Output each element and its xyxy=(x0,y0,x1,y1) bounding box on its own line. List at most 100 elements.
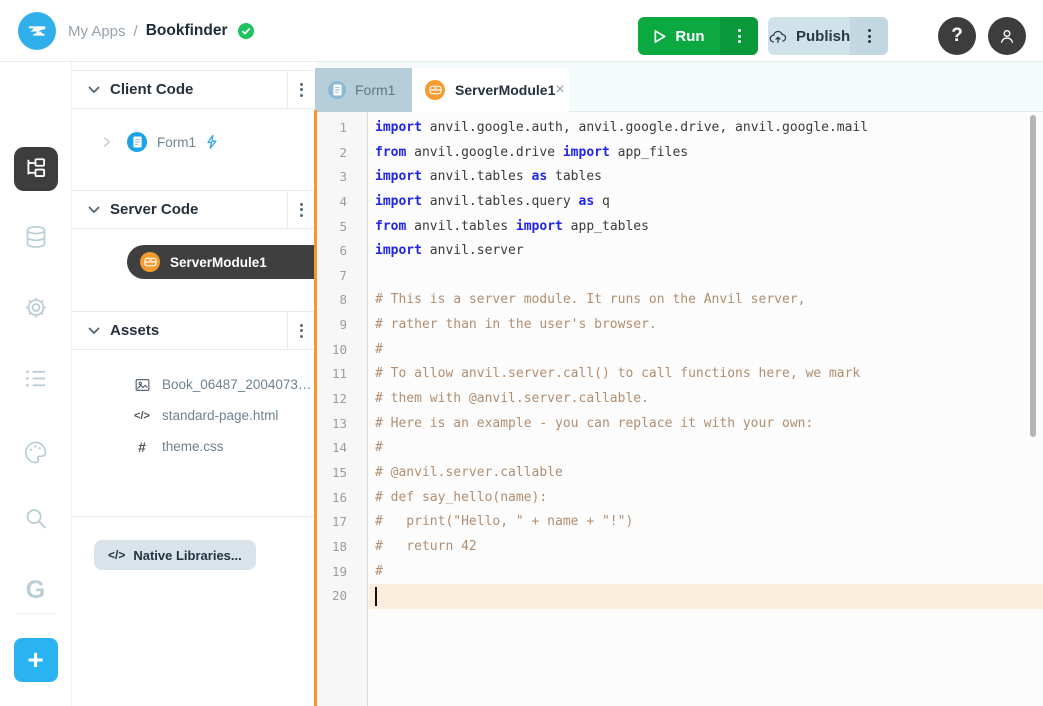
code-editor[interactable]: 1234567891011121314151617181920 import a… xyxy=(317,112,1043,706)
code-line[interactable]: # To allow anvil.server.call() to call f… xyxy=(369,362,1043,387)
code-line[interactable] xyxy=(369,264,1043,289)
tree-section: Assets Book_06487_2004073… </>standard-pag… xyxy=(72,311,315,517)
line-number: 20 xyxy=(317,584,367,609)
line-number: 3 xyxy=(317,165,367,190)
gear-icon[interactable] xyxy=(22,294,49,321)
line-number: 2 xyxy=(317,141,367,166)
tree-item-asset[interactable]: #theme.css xyxy=(72,431,315,462)
code-line[interactable]: # rather than in the user's browser. xyxy=(369,313,1043,338)
line-number: 12 xyxy=(317,387,367,412)
tree-item-asset[interactable]: </>standard-page.html xyxy=(72,400,315,431)
tree-item-label: Book_06487_2004073… xyxy=(162,377,311,392)
code-line[interactable]: from anvil.google.drive import app_files xyxy=(369,141,1043,166)
code-line[interactable]: # def say_hello(name): xyxy=(369,486,1043,511)
tree-section-header[interactable]: Server Code xyxy=(72,191,315,229)
tree-section-menu-button[interactable] xyxy=(287,312,315,349)
account-button[interactable] xyxy=(988,17,1026,55)
check-icon xyxy=(241,27,251,36)
code-line[interactable]: # This is a server module. It runs on th… xyxy=(369,288,1043,313)
code-line[interactable]: import anvil.tables.query as q xyxy=(369,190,1043,215)
tree-section: Server Code ServerModule1 xyxy=(72,190,315,311)
line-number: 5 xyxy=(317,215,367,240)
server-module-icon xyxy=(425,80,445,100)
tree-item-servermodule1-selected[interactable]: ServerModule1 xyxy=(127,245,315,279)
native-libraries-button[interactable]: </>Native Libraries... xyxy=(94,540,256,570)
line-number: 10 xyxy=(317,338,367,363)
tree-section-label: Client Code xyxy=(110,81,287,98)
anvil-logo[interactable] xyxy=(18,12,56,50)
kebab-icon xyxy=(868,29,871,43)
tree-item-asset[interactable]: Book_06487_2004073… xyxy=(72,369,315,400)
publish-options-button[interactable] xyxy=(850,17,888,55)
tree-section-label: Server Code xyxy=(110,201,287,218)
code-line[interactable]: # xyxy=(369,338,1043,363)
tree-section-label: Assets xyxy=(110,322,287,339)
code-line[interactable]: # xyxy=(369,560,1043,585)
google-icon[interactable]: G xyxy=(26,576,45,605)
tab-label: ServerModule1 xyxy=(455,82,555,98)
chevron-down-icon[interactable] xyxy=(86,82,102,98)
code-line[interactable]: from anvil.tables import app_tables xyxy=(369,215,1043,240)
kebab-icon xyxy=(300,324,303,338)
run-button[interactable]: Run xyxy=(638,17,720,55)
line-number: 1 xyxy=(317,116,367,141)
tree-section-header[interactable]: Assets xyxy=(72,312,315,350)
tab-servermodule1[interactable]: ServerModule1× xyxy=(412,68,569,112)
css-file-icon: # xyxy=(132,439,152,455)
tree-section-menu-button[interactable] xyxy=(287,191,315,228)
search-icon[interactable] xyxy=(22,505,49,532)
kebab-icon xyxy=(300,203,303,217)
app-browser-icon[interactable] xyxy=(14,147,58,191)
code-line[interactable]: # xyxy=(369,436,1043,461)
code-line[interactable]: # @anvil.server.callable xyxy=(369,461,1043,486)
tab-form1[interactable]: Form1 xyxy=(315,68,412,112)
code-line[interactable]: # return 42 xyxy=(369,535,1043,560)
play-icon xyxy=(653,29,666,44)
help-button[interactable]: ? xyxy=(938,17,976,55)
add-component-button[interactable]: + xyxy=(14,638,58,682)
tree-item-label: Form1 xyxy=(157,135,196,150)
chevron-right-icon[interactable] xyxy=(100,135,114,149)
tree-item-form1[interactable]: Form1 xyxy=(72,124,315,160)
publish-button[interactable]: Publish xyxy=(768,17,850,55)
code-line[interactable]: import anvil.server xyxy=(369,239,1043,264)
tree-section-header[interactable]: Client Code xyxy=(72,71,315,109)
run-options-button[interactable] xyxy=(720,17,758,55)
anvil-editor-window: My Apps / Bookfinder Run Publish xyxy=(0,0,1043,706)
chevron-down-icon[interactable] xyxy=(86,202,102,218)
form-icon xyxy=(328,81,346,99)
app-title: Bookfinder xyxy=(146,22,228,40)
code-lines[interactable]: import anvil.google.auth, anvil.google.d… xyxy=(369,112,1043,609)
code-line[interactable]: # them with @anvil.server.callable. xyxy=(369,387,1043,412)
question-icon: ? xyxy=(951,25,963,47)
form-icon xyxy=(127,132,147,152)
line-number: 17 xyxy=(317,510,367,535)
code-line[interactable]: # print("Hello, " + name + "!") xyxy=(369,510,1043,535)
database-icon[interactable] xyxy=(22,224,49,251)
code-line[interactable]: # Here is an example - you can replace i… xyxy=(369,412,1043,437)
server-module-icon xyxy=(140,252,160,272)
tree-section-body: Form1 xyxy=(72,124,315,190)
line-number: 16 xyxy=(317,486,367,511)
kebab-icon xyxy=(300,83,303,97)
palette-icon[interactable] xyxy=(22,439,49,466)
line-number: 18 xyxy=(317,535,367,560)
close-icon[interactable]: × xyxy=(555,82,564,98)
editor-scrollbar[interactable] xyxy=(1030,115,1036,437)
image-file-icon xyxy=(132,377,152,393)
tree-section-menu-button[interactable] xyxy=(287,71,315,108)
code-line[interactable]: import anvil.tables as tables xyxy=(369,165,1043,190)
html-file-icon: </> xyxy=(132,410,152,422)
line-number: 9 xyxy=(317,313,367,338)
list-icon[interactable] xyxy=(22,365,49,392)
chevron-down-icon[interactable] xyxy=(86,323,102,339)
breadcrumb-my-apps[interactable]: My Apps xyxy=(68,23,126,40)
panel-resize-handle[interactable] xyxy=(314,110,317,706)
top-bar: My Apps / Bookfinder Run Publish xyxy=(0,0,1043,62)
events-bolt-icon[interactable] xyxy=(205,134,218,150)
tree-section-body: Book_06487_2004073… </>standard-page.html… xyxy=(72,369,315,517)
cloud-upload-icon xyxy=(768,28,788,45)
code-line[interactable]: import anvil.google.auth, anvil.google.d… xyxy=(369,116,1043,141)
code-line[interactable] xyxy=(369,584,1043,609)
kebab-icon xyxy=(738,29,741,43)
